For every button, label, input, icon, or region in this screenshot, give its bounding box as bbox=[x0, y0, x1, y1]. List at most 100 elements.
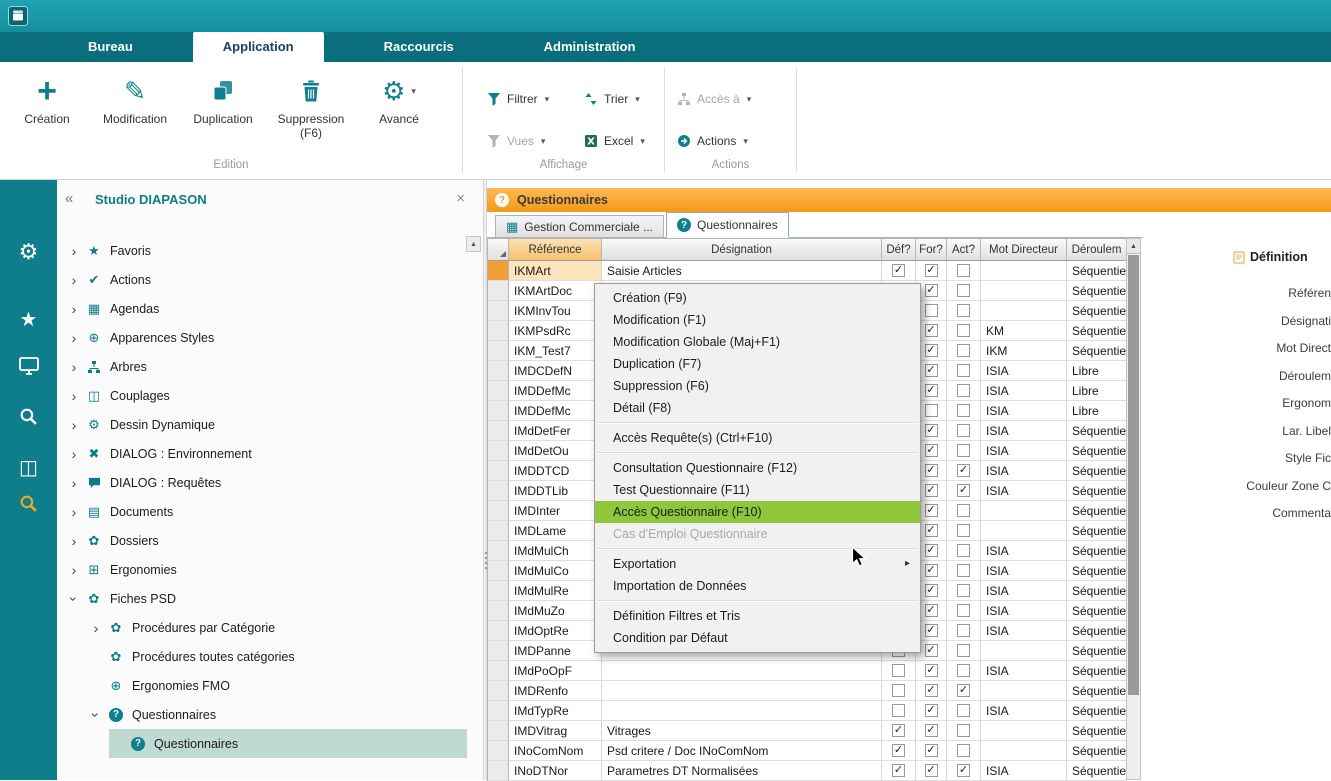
menu-item-condition-par-defaut[interactable]: Condition par Défaut bbox=[595, 627, 920, 649]
sidebar-item-arbres[interactable]: ›Arbres bbox=[57, 352, 467, 381]
sidebar-item-dialog-environnement[interactable]: ›✖DIALOG : Environnement bbox=[57, 439, 467, 468]
sidebar-item-procedures-toutes-categories[interactable]: ✿Procédures toutes catégories bbox=[57, 642, 467, 671]
tree-chevron-icon[interactable]: › bbox=[65, 504, 83, 520]
button-acces-a[interactable]: Accès à▾ bbox=[676, 88, 751, 110]
menu-item-modification-globale-maj-f1[interactable]: Modification Globale (Maj+F1) bbox=[595, 331, 920, 353]
sidebar-item-actions[interactable]: ›✔Actions bbox=[57, 265, 467, 294]
menu-item-modification-f1[interactable]: Modification (F1) bbox=[595, 309, 920, 331]
table-row[interactable]: IMdPoOpF✓ISIASéquentiel bbox=[488, 661, 1127, 681]
button-excel[interactable]: XExcel▾ bbox=[583, 130, 645, 152]
button-trier[interactable]: Trier▾ bbox=[583, 88, 640, 110]
row-selector[interactable] bbox=[488, 761, 509, 781]
row-selector[interactable] bbox=[488, 381, 509, 401]
menu-item-definition-filtres-et-tris[interactable]: Définition Filtres et Tris bbox=[595, 605, 920, 627]
table-row[interactable]: IMDRenfo✓✓Séquentiel bbox=[488, 681, 1127, 701]
row-selector[interactable] bbox=[488, 621, 509, 641]
tree-chevron-icon[interactable]: › bbox=[65, 301, 83, 317]
row-selector[interactable] bbox=[488, 601, 509, 621]
menu-item-acces-requete-s-ctrl-f10[interactable]: Accès Requête(s) (Ctrl+F10) bbox=[595, 427, 920, 449]
sidebar-item-agendas[interactable]: ›▦Agendas bbox=[57, 294, 467, 323]
table-row[interactable]: INoComNomPsd critere / Doc INoComNom✓✓Sé… bbox=[488, 741, 1127, 761]
row-selector[interactable] bbox=[488, 521, 509, 541]
sidebar-item-documents[interactable]: ›▤Documents bbox=[57, 497, 467, 526]
button-vues[interactable]: Vues▾ bbox=[486, 130, 545, 152]
row-selector[interactable] bbox=[488, 641, 509, 661]
row-selector[interactable] bbox=[488, 721, 509, 741]
tree-chevron-icon[interactable]: › bbox=[65, 359, 83, 375]
ribbon-tab-application[interactable]: Application bbox=[193, 32, 324, 62]
button-creation[interactable]: +Création bbox=[10, 70, 84, 140]
button-duplication[interactable]: Duplication bbox=[186, 70, 260, 140]
tree-chevron-icon[interactable]: › bbox=[65, 562, 83, 578]
row-selector[interactable] bbox=[488, 681, 509, 701]
scroll-up-button[interactable]: ▲ bbox=[1127, 239, 1140, 254]
row-selector[interactable] bbox=[488, 441, 509, 461]
menu-item-duplication-f7[interactable]: Duplication (F7) bbox=[595, 353, 920, 375]
row-selector[interactable] bbox=[488, 561, 509, 581]
column-header-reference[interactable]: Référence bbox=[509, 238, 602, 261]
button-filtrer[interactable]: Filtrer▾ bbox=[486, 88, 549, 110]
help-icon[interactable]: ? bbox=[495, 193, 509, 207]
table-row[interactable]: INoDTNorParametres DT Normalisées✓✓✓ISIA… bbox=[488, 761, 1127, 781]
tree-chevron-icon[interactable]: › bbox=[66, 590, 82, 608]
row-selector[interactable] bbox=[488, 301, 509, 321]
sidebar-item-procedures-par-categorie[interactable]: ›✿Procédures par Catégorie bbox=[57, 613, 467, 642]
tree-chevron-icon[interactable]: › bbox=[65, 330, 83, 346]
sidebar-item-dialog-requetes[interactable]: ›DIALOG : Requêtes bbox=[57, 468, 467, 497]
document-tab-gestion-commerciale[interactable]: ▦Gestion Commerciale ... bbox=[495, 215, 664, 238]
row-selector[interactable] bbox=[488, 481, 509, 501]
column-header-mot-directeur[interactable]: Mot Directeur bbox=[981, 238, 1067, 261]
menu-item-acces-questionnaire-f10[interactable]: Accès Questionnaire (F10) bbox=[595, 501, 920, 523]
document-tab-questionnaires[interactable]: ?Questionnaires bbox=[666, 212, 789, 238]
collapse-panel-button[interactable]: « bbox=[65, 190, 73, 207]
column-header-designation[interactable]: Désignation bbox=[602, 238, 882, 261]
ribbon-tab-administration[interactable]: Administration bbox=[514, 32, 666, 62]
tree-chevron-icon[interactable]: › bbox=[65, 533, 83, 549]
button-actions[interactable]: Actions▾ bbox=[676, 130, 748, 152]
tree-chevron-icon[interactable]: › bbox=[87, 620, 105, 636]
column-header-for[interactable]: For? bbox=[916, 238, 947, 261]
tree-chevron-icon[interactable]: › bbox=[65, 272, 83, 288]
row-selector[interactable] bbox=[488, 361, 509, 381]
row-selector[interactable] bbox=[488, 341, 509, 361]
row-selector[interactable] bbox=[488, 741, 509, 761]
table-select-all-header[interactable]: ◢ bbox=[488, 238, 509, 261]
sidebar-item-couplages[interactable]: ›◫Couplages bbox=[57, 381, 467, 410]
table-row[interactable]: IKMArtSaisie Articles✓✓Séquentiel bbox=[488, 261, 1127, 281]
tree-chevron-icon[interactable]: › bbox=[65, 243, 83, 259]
strip-favorites-button[interactable]: ★ bbox=[0, 307, 57, 332]
strip-desktop-button[interactable] bbox=[0, 357, 57, 375]
sidebar-item-questionnaires[interactable]: ?Questionnaires bbox=[109, 729, 467, 758]
ribbon-tab-bureau[interactable]: Bureau bbox=[58, 32, 163, 62]
row-selector[interactable] bbox=[488, 581, 509, 601]
menu-item-creation-f9[interactable]: Création (F9) bbox=[595, 287, 920, 309]
tree-chevron-icon[interactable]: › bbox=[65, 388, 83, 404]
table-row[interactable]: IMDVitragVitrages✓✓Séquentiel bbox=[488, 721, 1127, 741]
sidebar-item-ergonomies-fmo[interactable]: ⊕Ergonomies FMO bbox=[57, 671, 467, 700]
strip-modules-button[interactable]: ◫ bbox=[0, 455, 57, 480]
tree-scroll-up-button[interactable]: ▲ bbox=[466, 236, 481, 252]
column-header-deroulem[interactable]: Déroulem bbox=[1067, 238, 1127, 261]
button-suppression[interactable]: Suppression(F6) bbox=[274, 70, 348, 140]
column-header-def[interactable]: Déf? bbox=[882, 238, 916, 261]
row-selector[interactable] bbox=[488, 321, 509, 341]
sidebar-item-favoris[interactable]: ›★Favoris bbox=[57, 236, 467, 265]
close-panel-button[interactable]: × bbox=[456, 190, 465, 207]
row-selector[interactable] bbox=[488, 541, 509, 561]
row-selector[interactable] bbox=[488, 281, 509, 301]
row-selector[interactable] bbox=[488, 701, 509, 721]
row-selector[interactable] bbox=[488, 261, 509, 281]
tree-chevron-icon[interactable]: › bbox=[65, 446, 83, 462]
sidebar-item-apparences-styles[interactable]: ›⊕Apparences Styles bbox=[57, 323, 467, 352]
row-selector[interactable] bbox=[488, 501, 509, 521]
menu-item-exportation[interactable]: Exportation▸ bbox=[595, 553, 920, 575]
menu-item-suppression-f6[interactable]: Suppression (F6) bbox=[595, 375, 920, 397]
column-header-act[interactable]: Act? bbox=[947, 238, 981, 261]
sidebar-item-questionnaires[interactable]: ›?Questionnaires bbox=[57, 700, 467, 729]
menu-item-importation-de-donnees[interactable]: Importation de Données bbox=[595, 575, 920, 597]
table-row[interactable]: IMdTypRe✓ISIASéquentiel bbox=[488, 701, 1127, 721]
menu-item-test-questionnaire-f11[interactable]: Test Questionnaire (F11) bbox=[595, 479, 920, 501]
row-selector[interactable] bbox=[488, 401, 509, 421]
strip-search-active-button[interactable] bbox=[0, 494, 57, 513]
row-selector[interactable] bbox=[488, 461, 509, 481]
